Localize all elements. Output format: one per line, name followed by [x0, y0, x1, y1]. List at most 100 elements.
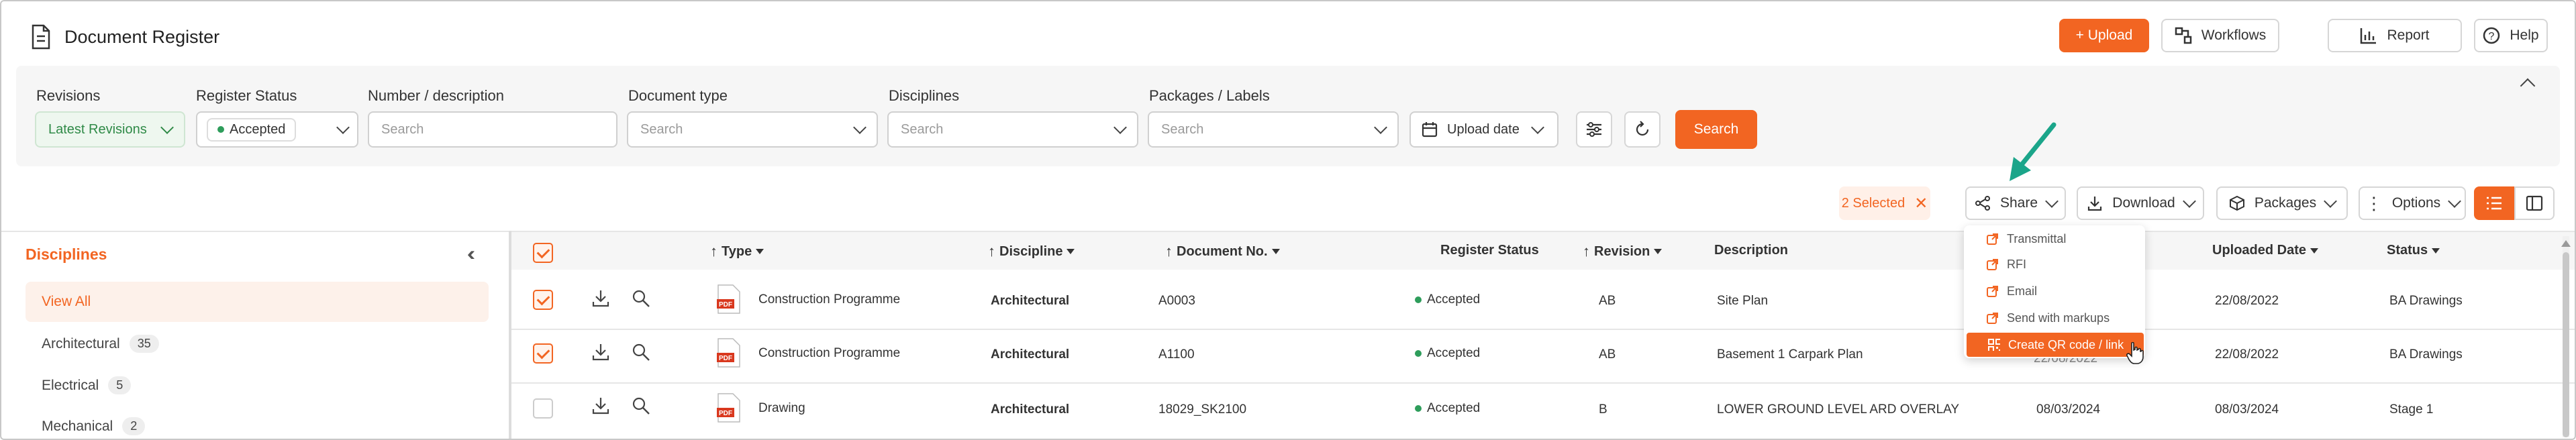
- column-header-discipline[interactable]: ↑ Discipline: [988, 243, 1075, 260]
- row-checkbox[interactable]: [533, 398, 553, 419]
- search-button[interactable]: Search: [1675, 110, 1757, 149]
- qr-code-icon: [1988, 339, 2000, 351]
- reset-button[interactable]: [1624, 111, 1661, 148]
- packages-labels-placeholder: Search: [1161, 121, 1204, 137]
- menu-item-email[interactable]: Email: [1965, 279, 2144, 303]
- list-view-toggle[interactable]: [2474, 186, 2514, 220]
- sort-caret-icon: [1654, 249, 1663, 254]
- chevron-down-icon: [1113, 121, 1127, 134]
- sort-caret-icon: [1271, 249, 1280, 254]
- document-icon: [32, 24, 50, 50]
- select-all-checkbox[interactable]: [533, 243, 553, 263]
- upload-button[interactable]: + Upload: [2059, 19, 2149, 52]
- package-icon: [2229, 195, 2244, 211]
- uploaded-date-cell: 08/03/2024: [2215, 402, 2279, 417]
- sidebar-item-mechanical[interactable]: Mechanical 2: [42, 417, 146, 435]
- register-status-cell: Accepted: [1415, 346, 1480, 361]
- packages-button[interactable]: Packages: [2216, 186, 2348, 220]
- download-button[interactable]: Download: [2077, 186, 2204, 220]
- menu-item-label: Create QR code / link: [2008, 337, 2124, 351]
- discipline-cell: Architectural: [991, 294, 1070, 308]
- sidebar-item-view-all[interactable]: [26, 282, 489, 322]
- options-button[interactable]: ⋮ Options: [2359, 186, 2466, 220]
- sidebar-item-architectural[interactable]: Architectural 35: [42, 335, 159, 353]
- chevron-down-icon: [160, 121, 174, 134]
- column-header-type[interactable]: ↑ Type: [710, 243, 764, 260]
- workflows-icon: [2175, 27, 2192, 44]
- report-icon: [2361, 28, 2377, 44]
- revisions-label: Revisions: [36, 87, 101, 104]
- upload-date-label: Upload date: [1447, 121, 1520, 137]
- number-description-input[interactable]: Search: [368, 111, 617, 148]
- document-no-cell[interactable]: A0003: [1158, 294, 1195, 309]
- menu-item-rfi[interactable]: RFI: [1965, 252, 2144, 276]
- revisions-select[interactable]: Latest Revisions: [35, 111, 185, 148]
- packages-labels-label: Packages / Labels: [1149, 87, 1270, 104]
- pdf-icon: PDF: [717, 284, 741, 314]
- share-label: Share: [1999, 195, 2038, 211]
- document-no-cell[interactable]: 18029_SK2100: [1158, 402, 1246, 417]
- document-type-placeholder: Search: [640, 121, 683, 137]
- status-dot: [1415, 350, 1422, 357]
- scrollbar-thumb[interactable]: [2563, 252, 2569, 437]
- status-dot: [1415, 405, 1422, 412]
- report-button[interactable]: Report: [2328, 19, 2462, 52]
- search-icon[interactable]: [631, 396, 651, 416]
- menu-item-send-with-markups[interactable]: Send with markups: [1965, 306, 2144, 330]
- sidebar-item-label: Electrical: [42, 377, 99, 393]
- sidebar-item-label: Architectural: [42, 335, 120, 351]
- sidebar-item-label: Mechanical: [42, 418, 113, 434]
- chevron-down-icon: [336, 121, 350, 134]
- column-header-revision[interactable]: ↑ Revision: [1583, 243, 1663, 260]
- filter-settings-button[interactable]: [1576, 111, 1612, 148]
- disciplines-select[interactable]: Search: [887, 111, 1138, 148]
- sidebar-item-count: 2: [122, 417, 146, 435]
- revision-cell: AB: [1599, 294, 1616, 308]
- split-view-toggle[interactable]: [2514, 186, 2555, 220]
- upload-date-select[interactable]: Upload date: [1409, 111, 1558, 148]
- workflows-button[interactable]: Workflows: [2161, 19, 2279, 52]
- sidebar-item-electrical[interactable]: Electrical 5: [42, 376, 132, 394]
- pdf-icon: PDF: [717, 338, 741, 368]
- search-icon[interactable]: [631, 288, 651, 309]
- column-header-uploaded-date[interactable]: Uploaded Date: [2212, 243, 2319, 258]
- row-checkbox[interactable]: [533, 290, 553, 310]
- list-view-icon: [2487, 197, 2501, 210]
- column-header-status[interactable]: Status: [2387, 243, 2440, 258]
- register-status-cell: Accepted: [1415, 292, 1480, 307]
- chevron-down-icon: [1374, 121, 1387, 134]
- download-icon[interactable]: [591, 396, 611, 416]
- split-view-icon: [2526, 195, 2543, 211]
- accepted-chip[interactable]: Accepted: [207, 117, 297, 142]
- collapse-sidebar-icon[interactable]: ‹‹: [467, 243, 475, 266]
- selected-badge[interactable]: 2 Selected ✕: [1839, 186, 1930, 220]
- register-status-text: Accepted: [1427, 401, 1481, 415]
- options-label: Options: [2391, 195, 2441, 211]
- share-button[interactable]: Share: [1965, 186, 2066, 220]
- document-type-select[interactable]: Search: [627, 111, 878, 148]
- menu-item-transmittal[interactable]: Transmittal: [1965, 227, 2144, 251]
- sidebar-item-count: 35: [129, 335, 159, 353]
- packages-labels-select[interactable]: Search: [1148, 111, 1399, 148]
- date-cell: 08/03/2024: [2036, 402, 2101, 417]
- help-button[interactable]: ? Help: [2474, 19, 2548, 52]
- column-label: Type: [722, 243, 752, 259]
- register-status-select[interactable]: Accepted: [196, 111, 358, 148]
- column-header-document-no[interactable]: ↑ Document No.: [1165, 243, 1280, 260]
- document-no-cell[interactable]: A1100: [1158, 347, 1195, 362]
- download-icon: [2088, 197, 2102, 211]
- row-checkbox[interactable]: [533, 343, 553, 364]
- revision-cell: B: [1599, 402, 1607, 417]
- discipline-cell: Architectural: [991, 402, 1070, 417]
- disciplines-placeholder: Search: [901, 121, 944, 137]
- search-icon[interactable]: [631, 342, 651, 362]
- workflows-label: Workflows: [2201, 28, 2267, 43]
- column-header-register-status[interactable]: Register Status: [1440, 243, 1539, 258]
- column-header-description[interactable]: Description: [1714, 243, 1788, 258]
- clear-selection-icon[interactable]: ✕: [1914, 194, 1928, 213]
- download-icon[interactable]: [591, 288, 611, 309]
- scroll-up-icon[interactable]: [2561, 240, 2571, 247]
- menu-item-create-qr-code[interactable]: Create QR code / link: [1967, 333, 2144, 357]
- download-icon[interactable]: [591, 342, 611, 362]
- search-button-label: Search: [1693, 121, 1739, 137]
